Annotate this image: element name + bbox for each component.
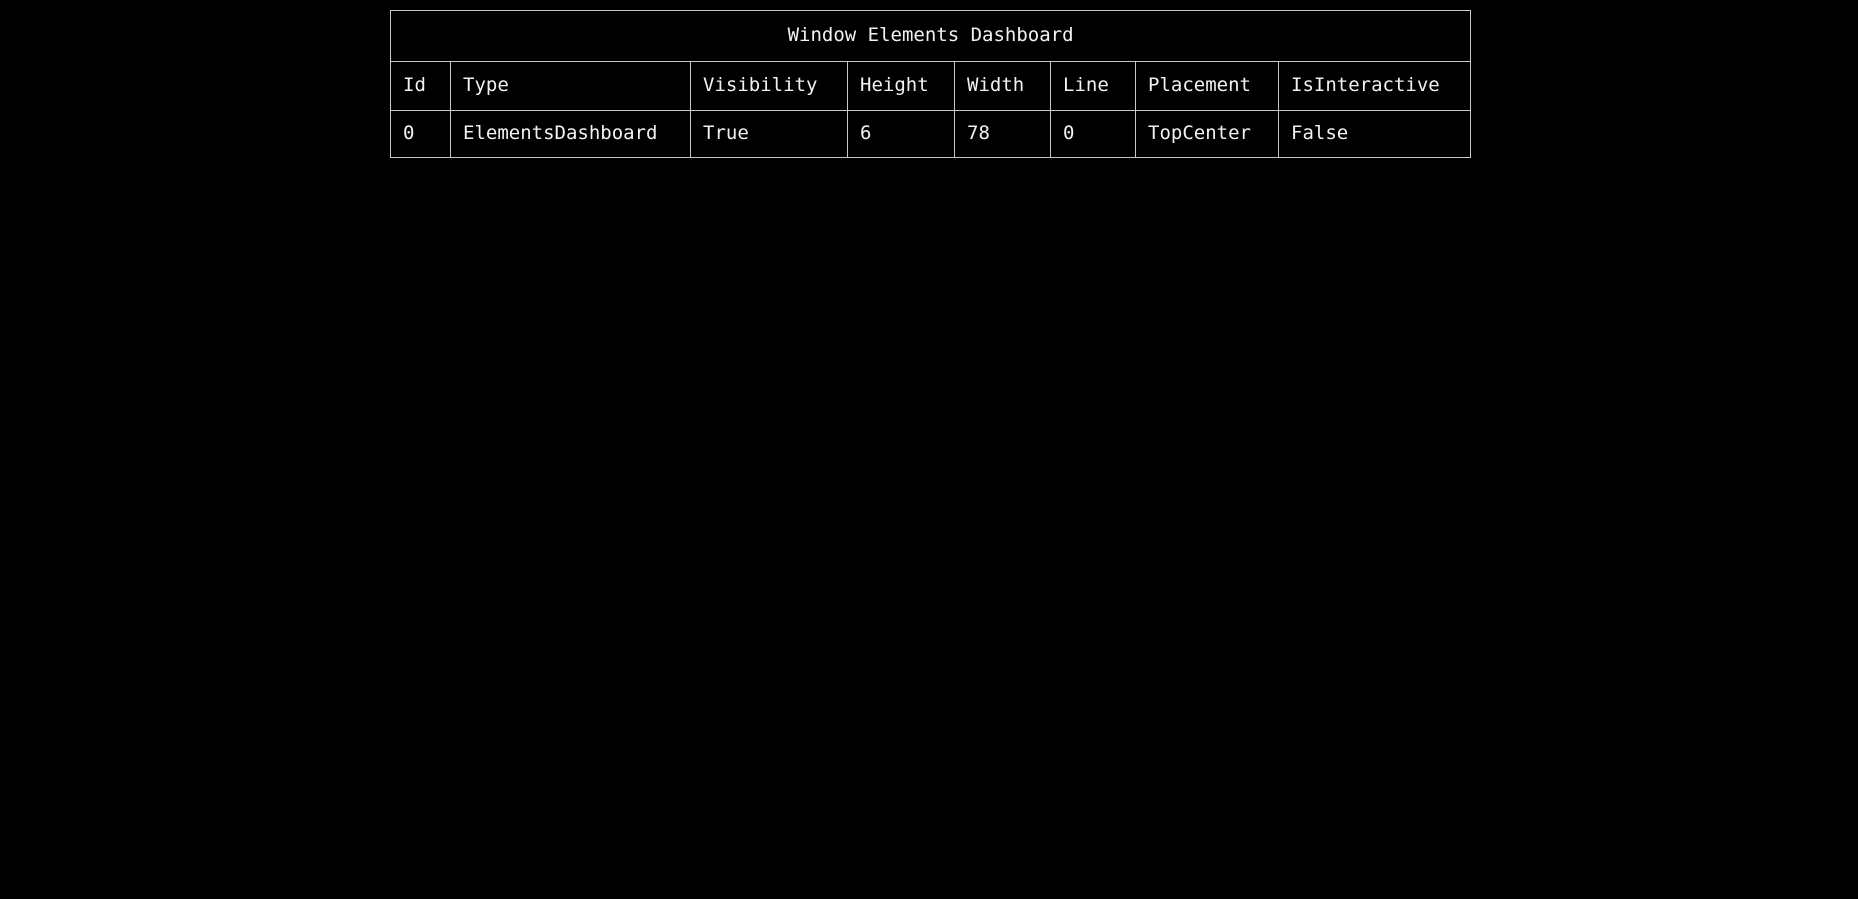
column-header-visibility: Visibility bbox=[690, 61, 848, 111]
cell-isinteractive: False bbox=[1277, 110, 1472, 158]
elements-table: Window Elements Dashboard Id Type Visibi… bbox=[389, 10, 1472, 158]
column-header-id: Id bbox=[390, 61, 451, 111]
table-row: 0 ElementsDashboard True 6 78 0 TopCente… bbox=[390, 110, 1472, 158]
column-header-line: Line bbox=[1050, 61, 1136, 111]
cell-placement: TopCenter bbox=[1135, 110, 1279, 158]
cell-height: 6 bbox=[847, 110, 955, 158]
column-header-width: Width bbox=[954, 61, 1051, 111]
table-title-row: Window Elements Dashboard bbox=[389, 10, 1472, 62]
column-header-height: Height bbox=[847, 61, 955, 111]
column-header-isinteractive: IsInteractive bbox=[1277, 61, 1472, 111]
column-header-placement: Placement bbox=[1135, 61, 1279, 111]
screen-root: Window Elements Dashboard Id Type Visibi… bbox=[0, 0, 1858, 899]
table-header-row: Id Type Visibility Height Width Line Pla… bbox=[390, 61, 1472, 111]
cell-id: 0 bbox=[390, 110, 451, 158]
window-elements-dashboard: Window Elements Dashboard Id Type Visibi… bbox=[389, 10, 1472, 158]
cell-line: 0 bbox=[1050, 110, 1136, 158]
cell-type: ElementsDashboard bbox=[450, 110, 691, 158]
cell-visibility: True bbox=[690, 110, 848, 158]
column-header-type: Type bbox=[450, 61, 691, 111]
dashboard-title: Window Elements Dashboard bbox=[389, 10, 1472, 62]
cell-width: 78 bbox=[954, 110, 1051, 158]
